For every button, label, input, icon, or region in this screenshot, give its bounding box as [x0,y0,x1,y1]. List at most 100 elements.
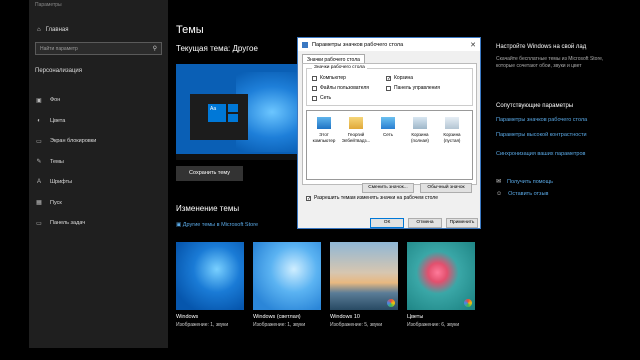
theme-tile-windows[interactable]: Windows Изображение: 1, звуки [176,242,244,328]
close-icon[interactable]: ✕ [470,41,476,49]
list-item[interactable]: Георгий Элбейтвадз... [341,117,371,143]
sidebar-item-lock-screen[interactable]: ▭ Экран блокировки [35,131,165,152]
theme-tile-windows-10[interactable]: Windows 10 Изображение: 5, звуки [330,242,398,328]
network-icon [381,117,395,129]
icon-label: Корзина (пустая) [443,132,461,143]
high-contrast-link[interactable]: Параметры высокой контрастности [496,132,587,138]
search-icon[interactable]: ⚲ [153,45,157,52]
search-input[interactable]: Найти параметр ⚲ [35,42,162,55]
desktop-icon-settings-link[interactable]: Параметры значков рабочего стола [496,117,587,123]
default-icon-button[interactable]: Обычный значок [420,183,472,193]
checkbox-label: Файлы пользователя [320,85,369,91]
sidebar-item-label: Экран блокировки [50,138,97,145]
dialog-titlebar: Параметры значков рабочего стола ✕ [298,38,480,51]
checkbox-allow-themes[interactable]: ✓ Разрешить темам изменять значки на рабо… [306,195,438,201]
lock-screen-icon: ▭ [36,138,42,145]
change-icon-button[interactable]: Сменить значок... [362,183,414,193]
checkbox-user-files[interactable]: Файлы пользователя [312,85,369,91]
store-link[interactable]: ▣ Другие темы в Microsoft Store [176,222,258,228]
checkbox-control-panel[interactable]: Панель управления [386,85,440,91]
checkbox-box[interactable]: ✓ [386,75,391,81]
checkbox-recycle-bin[interactable]: ✓ Корзина [386,75,413,81]
sidebar-item-background[interactable]: ▣ Фон [35,90,165,111]
color-wheel-icon [387,299,395,307]
theme-name: Цветы [407,314,424,320]
taskbar-icon: ▭ [36,220,42,227]
list-item[interactable]: Корзина (полная) [405,117,435,143]
icon-label: Сеть [382,132,393,137]
feedback-label: Оставить отзыв [508,191,549,197]
font-icon: A [36,179,41,186]
desktop-icon-list[interactable]: Этот компьютер Георгий Элбейтвадз... Сет… [306,110,473,180]
right-panel: Настройте Windows на свой лад Скачайте б… [488,0,611,348]
checkbox-label: Корзина [394,75,414,81]
sidebar-item-themes[interactable]: ✎ Темы [35,152,165,173]
icon-label: Корзина (полная) [411,132,429,143]
theme-thumbnail [330,242,398,310]
sidebar-item-label: Фон [50,97,61,104]
sidebar-item-colors[interactable]: ◐ Цвета [35,111,165,132]
dialog-app-icon [302,41,308,48]
dialog-title: Параметры значков рабочего стола [312,41,404,48]
list-item[interactable]: Этот компьютер [309,117,339,143]
list-item[interactable]: Корзина (пустая) [437,117,467,143]
related-settings-heading: Сопутствующие параметры [496,103,574,109]
start-icon: ▦ [36,200,42,207]
checkbox-label: Компьютер [320,75,346,81]
color-wheel-icon [464,299,472,307]
checkbox-label: Сеть [320,95,332,101]
checkbox-box[interactable]: ✓ [306,195,311,201]
checkbox-box[interactable] [386,85,391,91]
theme-tile-flowers[interactable]: Цветы Изображение: 6, звуки [407,242,475,328]
apply-button[interactable]: Применить [446,218,478,228]
theme-name: Windows [176,314,199,320]
desktop-icon-settings-dialog: Параметры значков рабочего стола ✕ Значк… [297,37,481,229]
theme-list: Windows Изображение: 1, звуки Windows (с… [176,242,475,328]
theme-meta: Изображение: 1, звуки [253,322,306,328]
sidebar-nav: ▣ Фон ◐ Цвета ▭ Экран блокировки ✎ Темы A Шри… [35,90,165,234]
theme-thumbnail [407,242,475,310]
picture-icon: ▣ [36,97,42,104]
sync-settings-link[interactable]: Синхронизация ваших параметров [496,151,585,157]
home-icon: ⌂ [37,27,41,33]
preview-tile: Aa [208,104,226,122]
theme-tile-windows-light[interactable]: Windows (светлая) Изображение: 1, звуки [253,242,321,328]
sidebar-item-label: Пуск [50,199,62,206]
recycle-bin-empty-icon [445,117,459,129]
store-link-label: Другие темы в Microsoft Store [182,222,259,228]
help-icon: ✉ [496,179,502,185]
theme-name: Windows (светлая) [253,314,301,320]
checkbox-box[interactable] [312,75,317,81]
icon-label: Этот компьютер [312,132,336,143]
checkbox-box[interactable] [312,95,317,101]
home-label: Главная [45,27,69,33]
feedback-link[interactable]: ☺ Оставить отзыв [496,191,548,197]
computer-icon [317,117,331,129]
sidebar-item-label: Темы [50,158,64,165]
change-theme-heading: Изменение темы [176,204,240,213]
preview-tile [228,114,238,122]
sidebar-item-start[interactable]: ▦ Пуск [35,193,165,214]
page-title: Темы [176,24,204,36]
cancel-button[interactable]: Отмена [408,218,442,228]
recycle-bin-full-icon [413,117,427,129]
checkbox-computer[interactable]: Компьютер [312,75,346,81]
palette-icon: ◐ [37,117,41,124]
sidebar-item-taskbar[interactable]: ▭ Панель задач [35,213,165,234]
sidebar-item-fonts[interactable]: A Шрифты [35,172,165,193]
checkbox-box[interactable] [312,85,317,91]
current-theme-heading: Текущая тема: Другое [176,44,258,53]
search-placeholder: Найти параметр [40,46,78,52]
sidebar-item-label: Панель задач [50,220,86,227]
get-help-link[interactable]: ✉ Получить помощь [496,178,553,186]
store-icon: ▣ [176,222,183,228]
settings-sidebar: Параметры ⌂ Главная Найти параметр ⚲ Пер… [29,0,168,348]
home-link[interactable]: ⌂ Главная [37,27,68,33]
list-item[interactable]: Сеть [373,117,403,138]
save-theme-button[interactable]: Сохранить тему [176,166,243,181]
preview-tile [228,104,238,112]
checkbox-network[interactable]: Сеть [312,95,331,101]
theme-preview: Aa [176,64,314,160]
theme-meta: Изображение: 1, звуки [176,322,229,328]
ok-button[interactable]: ОК [370,218,404,228]
